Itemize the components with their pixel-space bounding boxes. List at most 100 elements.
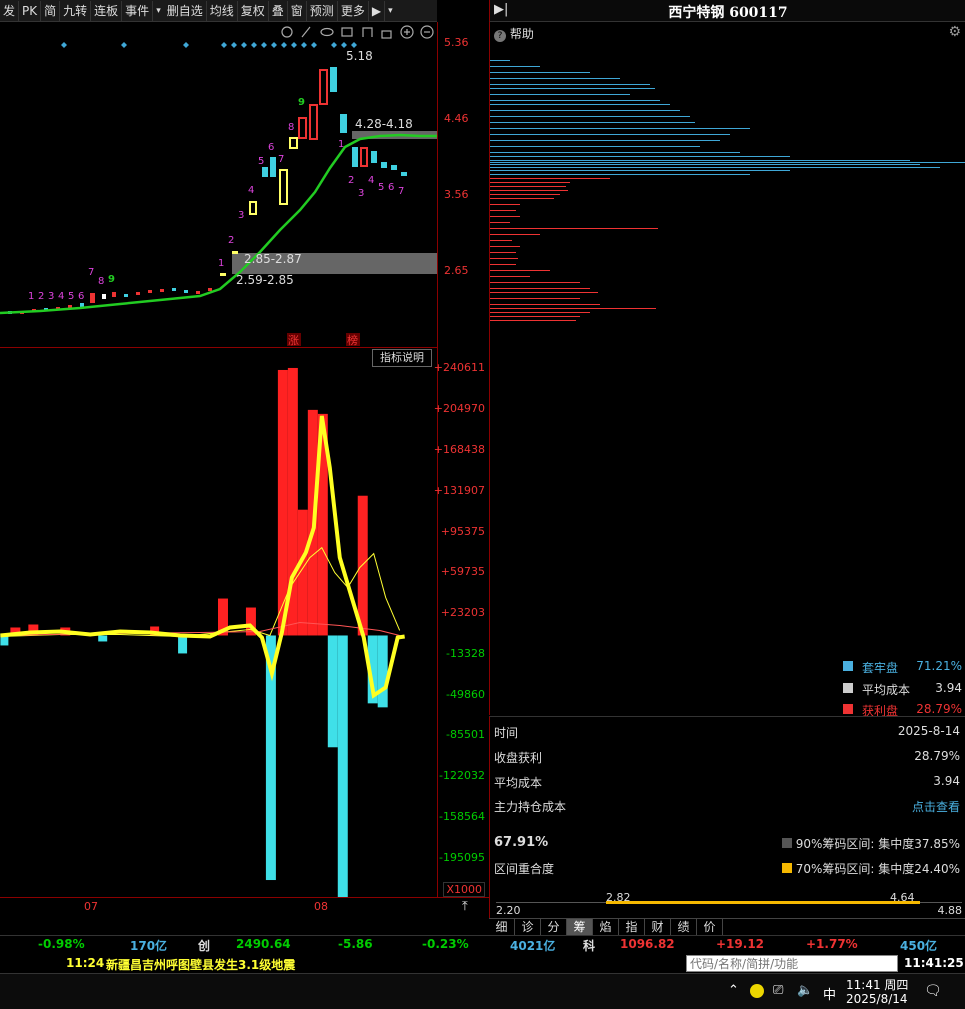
kline-chart[interactable]: 5.18 4.28-4.18 2.85-2.87 2.59-2.85 1 2 3…	[0, 22, 437, 347]
indicator-tick: +168438	[433, 443, 485, 456]
info-label: 平均成本	[494, 776, 543, 790]
range-bar: 2.82 4.64 2.20 4.88	[496, 887, 962, 917]
legend-label-avgcost: 平均成本	[862, 683, 911, 697]
zhang-marker[interactable]: 涨	[288, 334, 299, 347]
chip-info-section: 时间 2025-8-14 收盘获利 28.79% 平均成本 3.94 主力持仓成…	[489, 716, 965, 918]
settings-gear-icon[interactable]: ⚙	[948, 24, 961, 40]
svg-text:8: 8	[98, 276, 104, 287]
info-row-main-cost: 主力持仓成本 点击查看	[494, 798, 960, 815]
ticker-index-name[interactable]: 创	[198, 937, 210, 954]
tab-finance[interactable]: 财	[645, 919, 671, 935]
ime-indicator[interactable]: 中	[823, 984, 836, 1003]
zoom-in-plus	[404, 29, 410, 35]
indicator-tick: +204970	[433, 402, 485, 415]
indicator-multiplier: X1000	[443, 882, 485, 897]
basket-icon[interactable]	[341, 27, 353, 37]
network-icon[interactable]: ⎚	[773, 983, 783, 998]
tab-flame[interactable]: 焰	[593, 919, 619, 935]
ticker-index-value: 2490.64	[236, 937, 291, 951]
legend-label-trapped: 套牢盘	[862, 661, 899, 675]
svg-text:4: 4	[58, 291, 64, 302]
tab-chips[interactable]: 筹	[567, 919, 593, 935]
info-row-time: 时间 2025-8-14	[494, 724, 960, 741]
svg-text:8: 8	[288, 122, 294, 133]
hand-icon[interactable]	[362, 27, 373, 37]
toolbar-btn-shijian[interactable]: 事件	[122, 0, 154, 21]
search-input[interactable]	[686, 955, 898, 972]
tray-app-icon[interactable]	[750, 984, 764, 998]
svg-text:6: 6	[268, 142, 274, 153]
taskbar-time[interactable]: 11:41 周四	[846, 976, 908, 993]
toolbar-btn-lianban[interactable]: 连板	[91, 0, 123, 21]
toolbar-btn-forecast[interactable]: 预测	[307, 0, 338, 21]
ticker-index2-name[interactable]: 科	[583, 937, 595, 954]
range90: 90%筹码区间: 集中度37.85%	[781, 835, 960, 852]
tab-index[interactable]: 指	[619, 919, 645, 935]
tab-split[interactable]: 分	[541, 919, 567, 935]
toolbar-btn-pk[interactable]: PK	[19, 0, 42, 21]
toolbar-dropdown-icon-2[interactable]: ▾	[385, 6, 396, 16]
svg-text:9: 9	[108, 274, 115, 285]
volume-icon[interactable]: 🔈	[797, 983, 813, 998]
toolbar-btn-remove-watch[interactable]: 删自选	[164, 0, 207, 21]
chevron-up-icon[interactable]: ⌃	[728, 983, 739, 998]
indicator-tick: +59735	[440, 565, 485, 578]
news-bar: 11:24 新疆昌吉州呼图壁县发生3.1级地震 11:41:25	[0, 954, 965, 973]
price-axis: 5.36 4.46 3.56 2.65	[437, 22, 489, 347]
news-headline[interactable]: 新疆昌吉州呼图壁县发生3.1级地震	[106, 956, 295, 973]
toolbar-btn-jian[interactable]: 简	[41, 0, 61, 21]
tab-price[interactable]: 价	[697, 919, 723, 935]
help-icon: ?	[494, 30, 506, 42]
lock-icon[interactable]	[381, 30, 392, 39]
indicator-chart[interactable]	[0, 347, 437, 897]
main-cost-link[interactable]: 点击查看	[912, 798, 960, 815]
legend-value-profit: 28.79%	[916, 702, 962, 716]
eye-icon[interactable]	[320, 27, 334, 37]
tab-detail[interactable]: 细	[489, 919, 515, 935]
indicator-tick: +23203	[440, 606, 485, 619]
tab-diagnose[interactable]: 诊	[515, 919, 541, 935]
bang-marker[interactable]: 榜	[347, 333, 358, 347]
svg-text:3: 3	[48, 291, 54, 302]
toolbar-dropdown-icon[interactable]: ▾	[153, 6, 164, 16]
legend-swatch	[843, 704, 853, 714]
date-axis: 07 08 ⤒	[0, 897, 489, 915]
toolbar-play-icon[interactable]: ▶	[369, 0, 386, 21]
svg-text:2: 2	[348, 175, 354, 186]
ticker-index-pct: -0.23%	[422, 937, 469, 951]
range-max-label: 4.88	[937, 904, 963, 917]
settings-icon[interactable]	[281, 26, 293, 38]
info-label: 主力持仓成本	[494, 800, 567, 814]
tab-performance[interactable]: 绩	[671, 919, 697, 935]
indicator-tick: -158564	[439, 810, 485, 823]
notification-icon[interactable]: 🗨	[924, 983, 942, 999]
ticker-change: -0.98%	[38, 937, 85, 951]
news-time: 11:24	[66, 956, 105, 970]
indicator-tick: -85501	[446, 728, 485, 741]
toolbar-btn-jiuzhuan[interactable]: 九转	[60, 0, 92, 21]
help-link[interactable]: ? 帮助	[494, 25, 534, 42]
taskbar-date[interactable]: 2025/8/14	[846, 992, 908, 1006]
indicator-tick: +240611	[433, 361, 485, 374]
ticker-volume: 170亿	[130, 939, 168, 953]
expand-up-icon[interactable]: ⤒	[462, 899, 468, 914]
indicator-axis: +240611 +204970 +168438 +131907 +95375 +…	[433, 347, 489, 897]
toolbar-btn-more[interactable]: 更多	[338, 0, 369, 21]
svg-text:4: 4	[248, 185, 254, 196]
legend-value-trapped: 71.21%	[916, 659, 962, 673]
toolbar-btn-window[interactable]: 窗	[288, 0, 307, 21]
indicator-tick: +95375	[440, 525, 485, 538]
toolbar-btn-ma[interactable]: 均线	[207, 0, 238, 21]
price-tick: 5.36	[444, 36, 469, 49]
stock-title-bar: ▶| 西宁特钢 600117	[489, 0, 965, 22]
overlap-label-row: 区间重合度 70%筹码区间: 集中度24.40%	[494, 860, 960, 877]
toolbar-btn-overlay[interactable]: 叠	[269, 0, 288, 21]
panel-tabs: 细 诊 分 筹 焰 指 财 绩 价	[489, 918, 965, 935]
pen-icon[interactable]	[301, 26, 311, 38]
indicator-help-button[interactable]: 指标说明	[372, 349, 432, 367]
upper-band-label: 4.28-4.18	[355, 117, 413, 131]
info-label: 时间	[494, 726, 519, 740]
toolbar-btn-fa[interactable]: 发	[0, 0, 20, 21]
market-ticker: -0.98% 170亿 创 2490.64 -5.86 -0.23% 4021亿…	[0, 935, 965, 954]
toolbar-btn-fuquan[interactable]: 复权	[238, 0, 269, 21]
